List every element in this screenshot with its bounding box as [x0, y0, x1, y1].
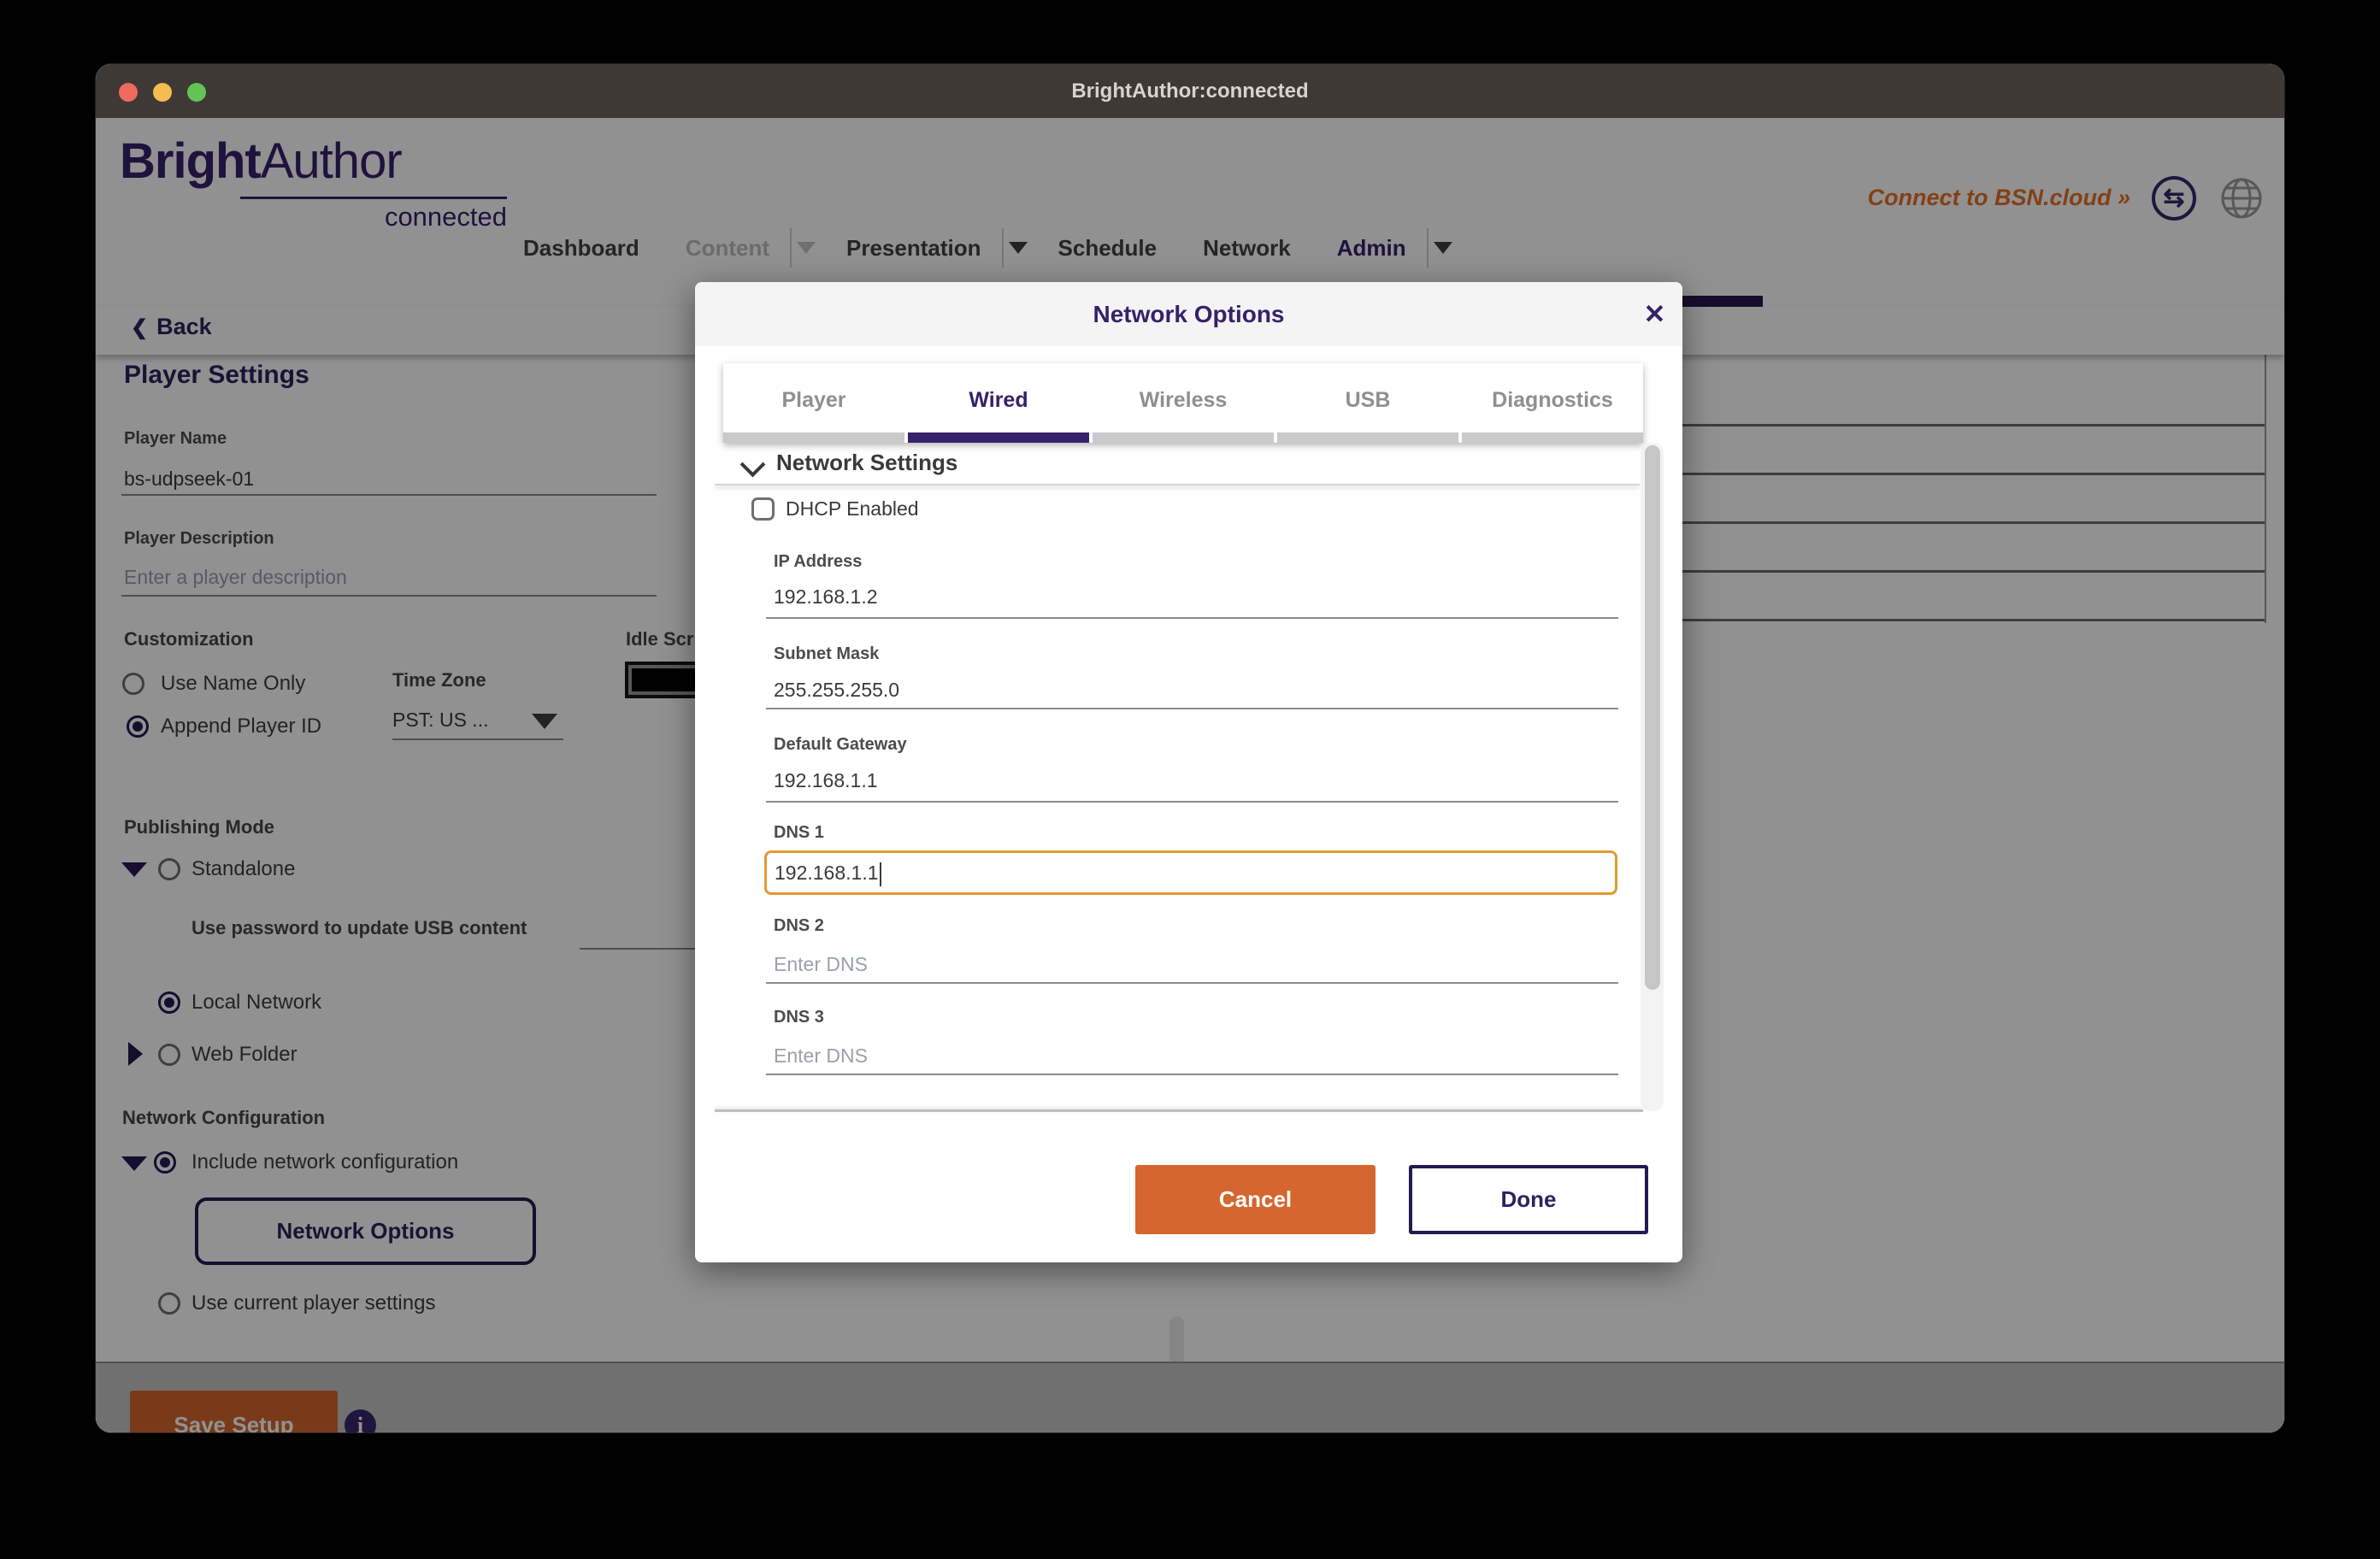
text-cursor	[880, 862, 881, 886]
tab-player[interactable]: Player	[723, 363, 904, 443]
tab-underline	[1462, 432, 1643, 443]
tab-underline	[1093, 432, 1274, 443]
tab-wired-label: Wired	[969, 388, 1028, 412]
modal-scrollbar-thumb[interactable]	[1645, 445, 1660, 990]
modal-content-divider	[715, 1109, 1643, 1112]
network-settings-section-header[interactable]: Network Settings	[776, 450, 957, 476]
cancel-button[interactable]: Cancel	[1135, 1165, 1376, 1234]
minimize-window-icon[interactable]	[153, 83, 172, 102]
tab-underline-active	[908, 432, 1089, 443]
dns1-label: DNS 1	[774, 823, 824, 843]
section-divider	[715, 484, 1640, 485]
ip-address-label: IP Address	[774, 552, 862, 572]
tab-player-label: Player	[781, 388, 845, 412]
dns1-value: 192.168.1.1	[775, 862, 879, 884]
subnet-mask-underline	[766, 708, 1618, 709]
tab-wireless[interactable]: Wireless	[1093, 363, 1274, 443]
close-icon[interactable]: ✕	[1635, 297, 1674, 335]
dns1-input[interactable]: 192.168.1.1	[764, 850, 1617, 895]
dhcp-checkbox[interactable]	[751, 497, 775, 521]
default-gateway-underline	[766, 801, 1618, 803]
close-window-icon[interactable]	[119, 83, 138, 102]
done-button[interactable]: Done	[1409, 1165, 1648, 1234]
tab-wireless-label: Wireless	[1140, 388, 1228, 412]
window-title: BrightAuthor:connected	[96, 64, 2284, 118]
network-options-modal: Network Options ✕ Player Wired Wireless …	[695, 282, 1682, 1262]
modal-header: Network Options	[695, 282, 1682, 346]
dns3-label: DNS 3	[774, 1008, 824, 1027]
title-bar: BrightAuthor:connected	[96, 64, 2284, 118]
tab-usb-label: USB	[1346, 388, 1391, 412]
subnet-mask-label: Subnet Mask	[774, 644, 879, 664]
maximize-window-icon[interactable]	[187, 83, 206, 102]
default-gateway-input[interactable]: 192.168.1.1	[774, 769, 878, 792]
tab-diagnostics[interactable]: Diagnostics	[1462, 363, 1643, 443]
tab-wired[interactable]: Wired	[908, 363, 1089, 443]
done-label: Done	[1501, 1186, 1557, 1212]
cancel-label: Cancel	[1219, 1186, 1292, 1212]
app-window: BrightAuthor:connected BrightAuthor conn…	[96, 64, 2284, 1433]
ip-address-input[interactable]: 192.168.1.2	[774, 585, 878, 609]
dns3-underline	[766, 1074, 1618, 1075]
ip-address-underline	[766, 617, 1618, 619]
tab-underline	[723, 432, 904, 443]
dns2-label: DNS 2	[774, 916, 824, 936]
tab-usb[interactable]: USB	[1277, 363, 1458, 443]
modal-title: Network Options	[695, 282, 1682, 346]
section-chevron-down-icon[interactable]	[740, 452, 766, 478]
dhcp-label[interactable]: DHCP Enabled	[786, 497, 919, 521]
dns3-input[interactable]: Enter DNS	[774, 1044, 868, 1068]
dns2-underline	[766, 982, 1618, 984]
tab-diagnostics-label: Diagnostics	[1492, 388, 1613, 412]
dns2-input[interactable]: Enter DNS	[774, 953, 868, 976]
default-gateway-label: Default Gateway	[774, 735, 907, 755]
subnet-mask-input[interactable]: 255.255.255.0	[774, 679, 899, 702]
modal-tabs: Player Wired Wireless USB Diagnostics	[723, 363, 1643, 443]
tab-underline	[1277, 432, 1458, 443]
